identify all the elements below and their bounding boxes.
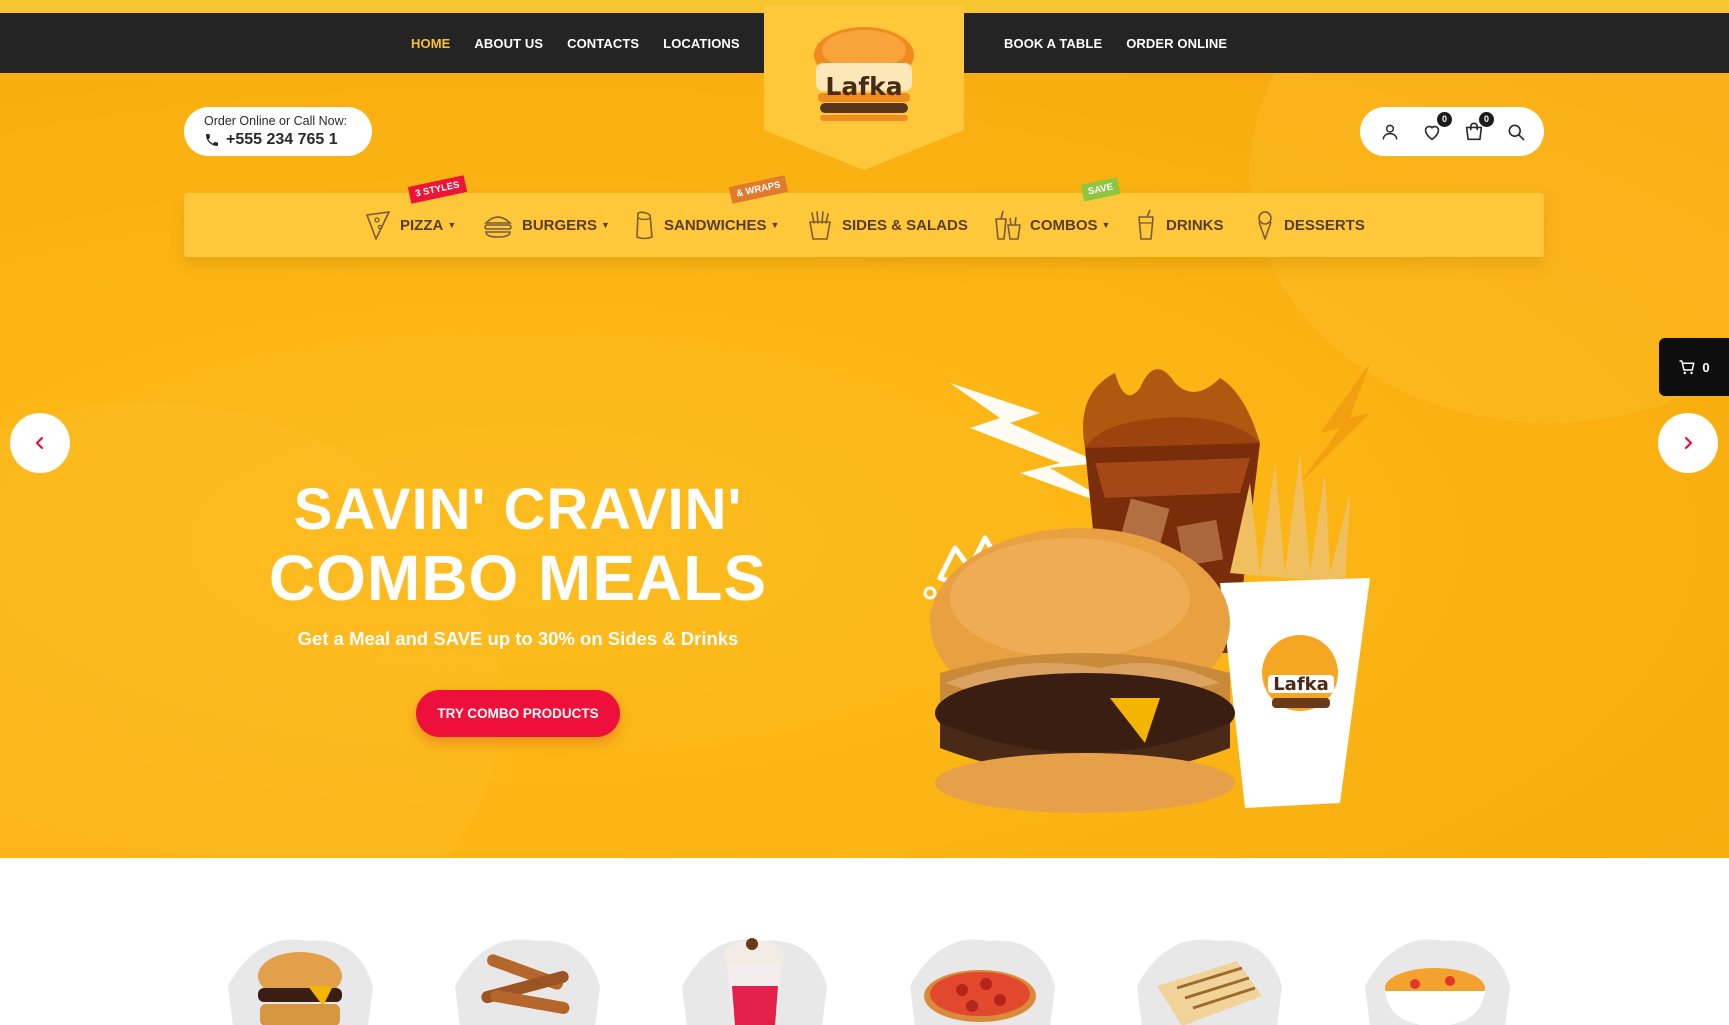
call-now-caption: Order Online or Call Now:	[204, 114, 348, 128]
category-menu: PIZZA ▼ 3 STYLES BURGERS ▼ SANDWICHES ▼ …	[184, 175, 1544, 257]
category-item-sides-salads[interactable]: SIDES & SALADS	[806, 193, 968, 257]
floating-cart-button[interactable]: 0	[1659, 338, 1729, 396]
page: HOME ABOUT US CONTACTS LOCATIONS BOOK A …	[0, 0, 1729, 1025]
search-icon	[1508, 124, 1525, 140]
category-label-combos: COMBOS	[1030, 216, 1098, 234]
chevron-down-icon: ▼	[770, 220, 780, 230]
chevron-down-icon: ▼	[447, 220, 457, 230]
slider-prev-button[interactable]	[10, 413, 70, 473]
slider-next-button[interactable]	[1658, 413, 1718, 473]
pizza-thumb-image	[910, 939, 1055, 1025]
category-item-pizza[interactable]: PIZZA ▼ 3 STYLES	[364, 175, 468, 257]
ice-cream-icon	[1258, 211, 1272, 240]
phone-icon	[206, 134, 218, 146]
try-combo-products-button[interactable]: TRY COMBO PRODUCTS	[416, 690, 620, 737]
mac-cheese-thumb-image	[1365, 939, 1510, 1025]
chevron-right-icon	[1684, 436, 1693, 450]
cart-button[interactable]: 0	[1462, 111, 1494, 144]
product-thumbnail-mac-cheese[interactable]	[1355, 926, 1515, 1025]
site-logo[interactable]: Lafka	[764, 5, 964, 170]
account-button[interactable]	[1378, 120, 1402, 144]
hero-title-line-2: COMBO MEALS	[268, 542, 768, 614]
product-thumbnail-churros[interactable]	[445, 926, 605, 1025]
chevron-down-icon: ▼	[1101, 220, 1111, 230]
hero-title-line-1: SAVIN' CRAVIN'	[293, 477, 743, 542]
combo-icon	[995, 210, 1021, 240]
hero-slider: Lafka SAVIN' CRAVIN' COMBO MEALS Get a M…	[0, 73, 1729, 858]
nav-link-order-online[interactable]: ORDER ONLINE	[1126, 36, 1227, 51]
category-label-sandwiches: SANDWICHES	[664, 216, 767, 234]
wrap-icon	[636, 211, 653, 240]
cart-count-badge: 0	[1479, 111, 1494, 127]
product-thumbnail-panini[interactable]	[1127, 926, 1287, 1025]
product-thumbnail-pizza[interactable]	[900, 926, 1060, 1025]
search-button[interactable]	[1504, 120, 1528, 144]
user-icon	[1382, 124, 1398, 140]
nav-link-contacts[interactable]: CONTACTS	[567, 36, 639, 51]
wishlist-count-badge: 0	[1437, 111, 1452, 127]
top-nav-left: HOME ABOUT US CONTACTS LOCATIONS	[411, 13, 740, 73]
phone-row: +555 234 765 1	[204, 131, 372, 149]
category-item-desserts[interactable]: DESSERTS	[1254, 193, 1365, 257]
chevron-left-icon	[35, 436, 44, 450]
cart-icon	[1679, 360, 1695, 375]
nav-link-book-a-table[interactable]: BOOK A TABLE	[1004, 36, 1102, 51]
category-item-burgers[interactable]: BURGERS ▼	[482, 193, 610, 257]
phone-number[interactable]: +555 234 765 1	[226, 131, 338, 149]
category-label-drinks: DRINKS	[1166, 216, 1224, 234]
chevron-down-icon: ▼	[601, 220, 610, 230]
pizza-icon	[366, 211, 390, 240]
floating-cart-count: 0	[1702, 359, 1710, 375]
fries-icon	[809, 211, 831, 240]
wishlist-button[interactable]: 0	[1420, 111, 1452, 144]
category-item-combos[interactable]: COMBOS ▼ SAVE	[992, 177, 1121, 257]
panini-thumb-image	[1137, 939, 1282, 1025]
category-item-sandwiches[interactable]: SANDWICHES ▼ & WRAPS	[632, 175, 789, 257]
category-label-burgers: BURGERS	[522, 216, 598, 234]
nav-link-locations[interactable]: LOCATIONS	[663, 36, 740, 51]
header-icons-pill: 0 0	[1360, 107, 1544, 156]
category-label-sides-salads: SIDES & SALADS	[842, 216, 968, 234]
svg-text:Lafka: Lafka	[1273, 674, 1329, 695]
logo-text: Lafka	[825, 72, 903, 101]
burger-thumb-image	[228, 939, 373, 1025]
top-nav-right: BOOK A TABLE ORDER ONLINE	[1004, 13, 1227, 73]
product-thumbnail-burger[interactable]	[218, 926, 378, 1025]
nav-link-about-us[interactable]: ABOUT US	[474, 36, 543, 51]
combo-meal-illustration: Lafka	[923, 363, 1370, 813]
nav-link-home[interactable]: HOME	[411, 36, 450, 51]
call-now-pill[interactable]: Order Online or Call Now: +555 234 765 1	[184, 107, 372, 156]
drink-icon	[1138, 209, 1154, 240]
product-thumbnail-milkshake[interactable]	[672, 926, 832, 1025]
category-label-desserts: DESSERTS	[1284, 216, 1365, 234]
category-label-pizza: PIZZA	[400, 216, 444, 234]
hero-subtitle: Get a Meal and SAVE up to 30% on Sides &…	[297, 628, 739, 649]
milkshake-thumb-image	[682, 938, 827, 1025]
churros-thumb-image	[455, 939, 600, 1025]
category-item-drinks[interactable]: DRINKS	[1134, 193, 1224, 257]
burger-icon	[484, 216, 512, 238]
